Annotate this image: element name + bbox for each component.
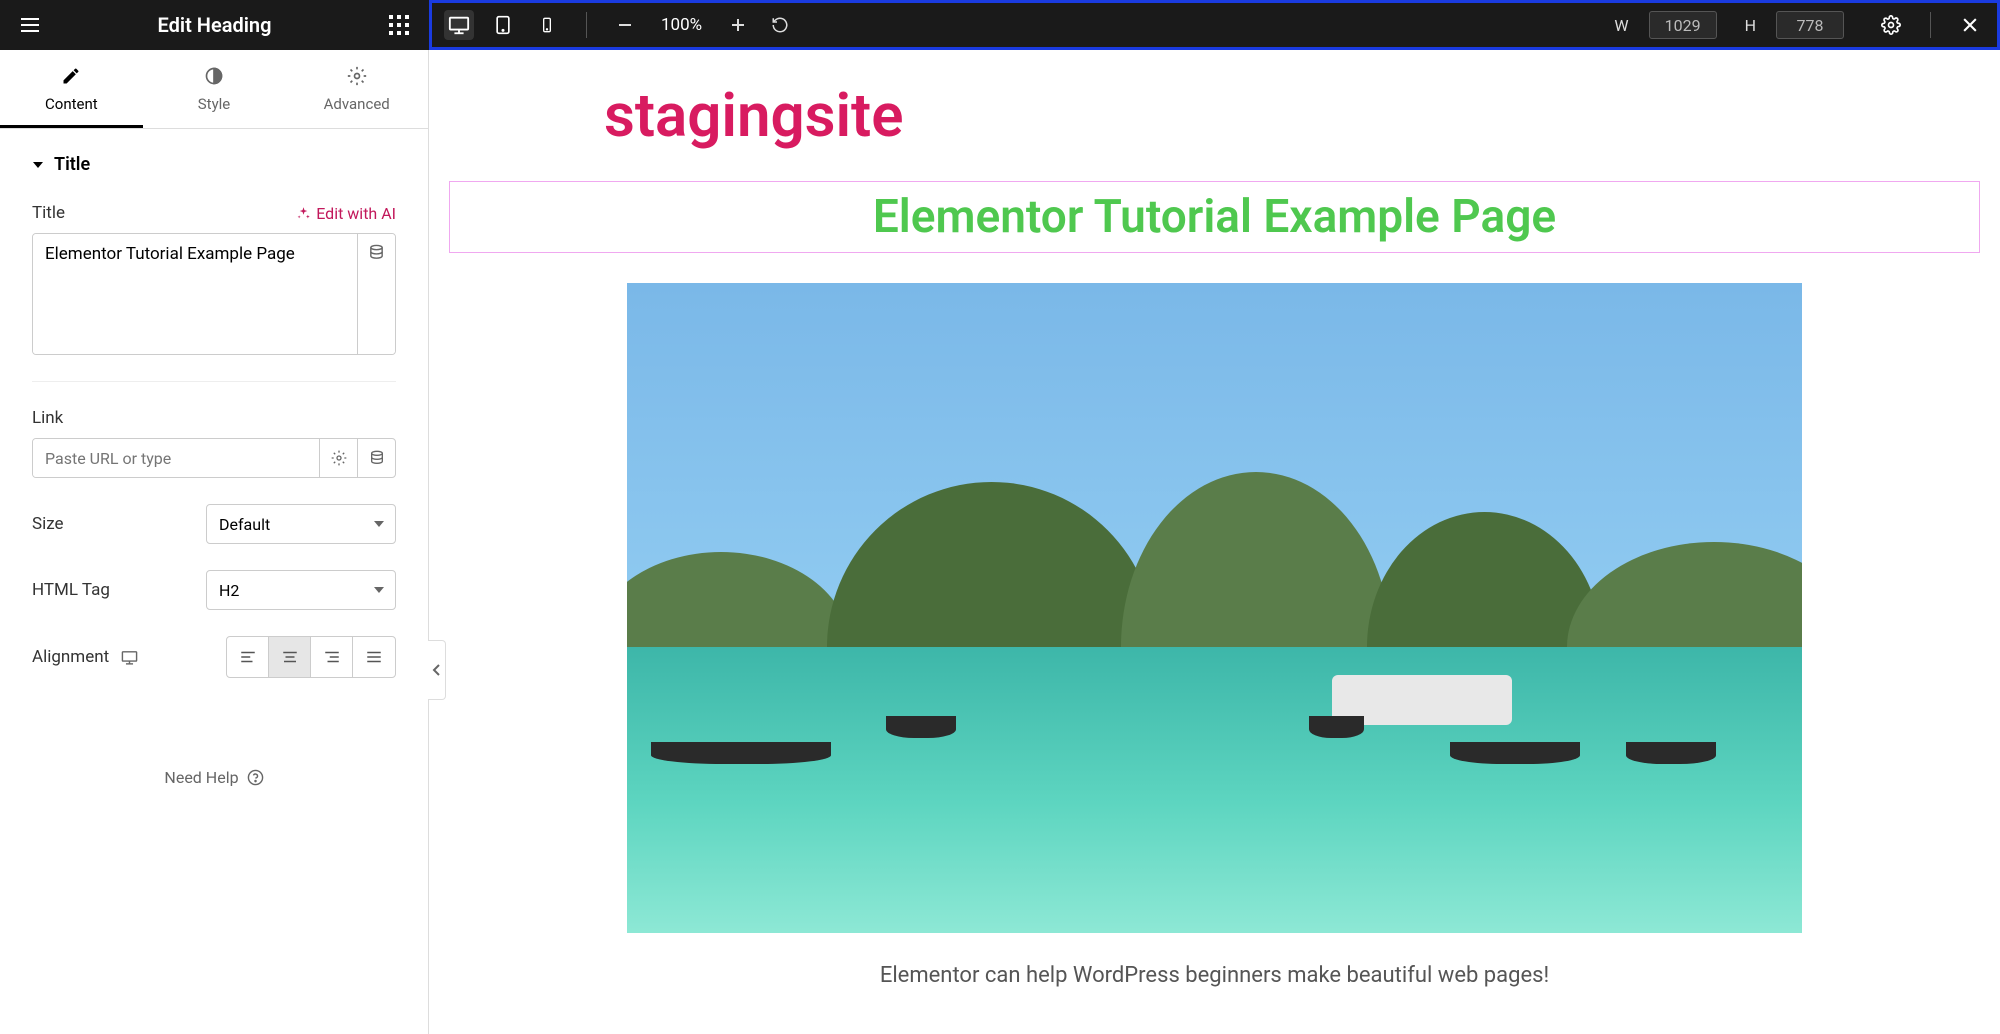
link-dynamic-button[interactable]: [357, 439, 395, 477]
panel-title: Edit Heading: [60, 13, 369, 37]
image-boat: [651, 742, 831, 764]
tab-content-label: Content: [45, 95, 98, 113]
image-boat: [1309, 716, 1364, 738]
tab-style[interactable]: Style: [143, 50, 286, 128]
topbar: Edit Heading 100% W H: [0, 0, 2000, 50]
controls-area: Title Title Edit with AI Elementor Tutor…: [0, 129, 428, 812]
gear-icon: [1881, 15, 1901, 35]
contrast-icon: [204, 66, 224, 86]
divider: [32, 381, 396, 382]
title-label: Title: [32, 203, 65, 223]
widgets-panel-button[interactable]: [369, 0, 429, 50]
align-right-icon: [323, 648, 341, 666]
desktop-icon[interactable]: [121, 649, 138, 666]
need-help-label: Need Help: [164, 768, 238, 787]
help-icon: [247, 769, 264, 786]
plus-icon: [730, 17, 746, 33]
zoom-out-button[interactable]: [611, 11, 639, 39]
hamburger-menu-button[interactable]: [0, 0, 60, 50]
tab-advanced[interactable]: Advanced: [285, 50, 428, 128]
image-boat: [886, 716, 956, 738]
link-label: Link: [32, 408, 63, 428]
width-label: W: [1614, 16, 1628, 35]
zoom-value: 100%: [653, 15, 710, 35]
dynamic-tags-button[interactable]: [357, 234, 395, 354]
tablet-icon: [493, 14, 513, 36]
settings-button[interactable]: [1876, 10, 1906, 40]
alignment-group: [226, 636, 396, 678]
grid-icon: [389, 15, 409, 35]
undo-icon: [771, 16, 789, 34]
image-mountains: [627, 457, 1802, 647]
link-input[interactable]: [33, 439, 319, 477]
size-label: Size: [32, 514, 64, 534]
pencil-icon: [61, 66, 81, 86]
caret-down-icon: [32, 159, 44, 171]
responsive-toolbar: 100% W H: [429, 0, 2000, 50]
device-desktop-button[interactable]: [444, 10, 474, 40]
zoom-in-button[interactable]: [724, 11, 752, 39]
collapse-panel-button[interactable]: [428, 640, 446, 700]
editor-sidebar: Content Style Advanced Title Title: [0, 50, 429, 1034]
tab-advanced-label: Advanced: [324, 95, 390, 113]
image-boat: [1626, 742, 1716, 764]
close-icon: [1960, 15, 1980, 35]
device-mobile-button[interactable]: [532, 10, 562, 40]
close-button[interactable]: [1955, 10, 1985, 40]
edit-with-ai-link[interactable]: Edit with AI: [296, 204, 396, 223]
align-left-button[interactable]: [227, 637, 269, 677]
align-justify-button[interactable]: [353, 637, 395, 677]
selected-heading-widget[interactable]: Elementor Tutorial Example Page: [449, 181, 1980, 253]
need-help-link[interactable]: Need Help: [32, 768, 396, 787]
divider: [586, 12, 587, 38]
link-options-button[interactable]: [319, 439, 357, 477]
sparkle-icon: [296, 206, 311, 221]
title-textarea[interactable]: Elementor Tutorial Example Page: [33, 234, 357, 354]
zoom-reset-button[interactable]: [766, 11, 794, 39]
html-tag-select[interactable]: H2: [206, 570, 396, 610]
html-tag-label: HTML Tag: [32, 580, 110, 600]
height-label: H: [1745, 16, 1756, 35]
database-icon: [368, 244, 385, 261]
panel-tabs: Content Style Advanced: [0, 50, 428, 129]
alignment-label: Alignment: [32, 647, 109, 667]
edit-with-ai-label: Edit with AI: [316, 204, 396, 223]
divider: [1930, 12, 1931, 38]
gear-icon: [347, 66, 367, 86]
hamburger-icon: [18, 13, 42, 37]
size-select[interactable]: Default: [206, 504, 396, 544]
width-input[interactable]: [1649, 11, 1717, 39]
hero-image-widget[interactable]: [627, 283, 1802, 933]
topbar-left: Edit Heading: [0, 0, 429, 50]
heading-text: Elementor Tutorial Example Page: [450, 190, 1979, 244]
mobile-icon: [539, 14, 555, 36]
height-input[interactable]: [1776, 11, 1844, 39]
chevron-left-icon: [432, 663, 442, 677]
align-left-icon: [239, 648, 257, 666]
tab-content[interactable]: Content: [0, 50, 143, 128]
device-tablet-button[interactable]: [488, 10, 518, 40]
preview-area[interactable]: stagingsite Elementor Tutorial Example P…: [429, 50, 2000, 1034]
section-title-toggle[interactable]: Title: [32, 154, 396, 175]
align-center-icon: [281, 648, 299, 666]
align-center-button[interactable]: [269, 637, 311, 677]
desktop-icon: [448, 14, 470, 36]
site-title: stagingsite: [439, 80, 1990, 181]
caption-text: Elementor can help WordPress beginners m…: [439, 963, 1990, 988]
minus-icon: [617, 17, 633, 33]
database-icon: [369, 450, 385, 466]
gear-icon: [331, 450, 347, 466]
tab-style-label: Style: [198, 95, 231, 113]
image-boat: [1450, 742, 1580, 764]
section-title-label: Title: [54, 154, 90, 175]
align-right-button[interactable]: [311, 637, 353, 677]
align-justify-icon: [365, 648, 383, 666]
